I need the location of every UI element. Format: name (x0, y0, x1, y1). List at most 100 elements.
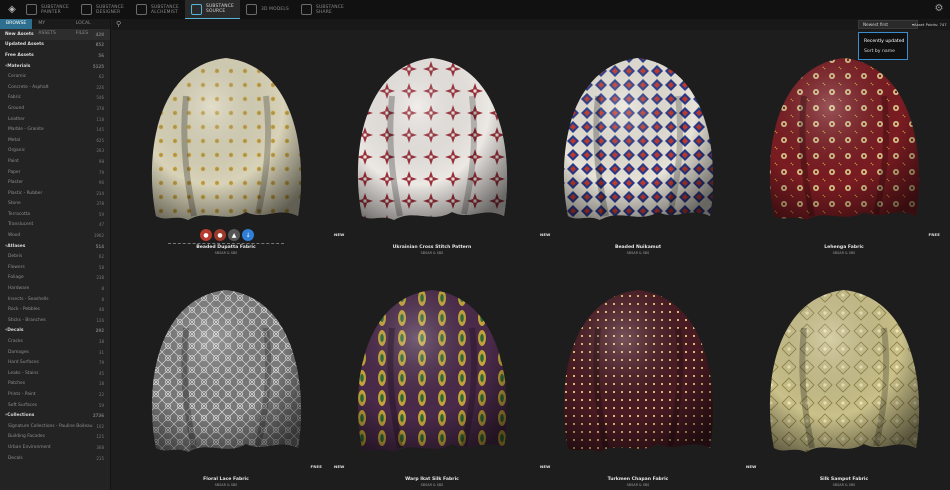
sidebar-item[interactable]: Debris 62 (0, 251, 110, 262)
sidebar-item[interactable]: Prints - Paint 22 (0, 389, 110, 400)
asset-card[interactable]: NEW Ukrainian Cross Stitch Pattern SBSAR &… (332, 36, 532, 258)
sidebar-item[interactable]: Hardware 8 (0, 283, 110, 294)
asset-thumbnail[interactable] (332, 36, 532, 236)
asset-name[interactable]: Silk Sampot Fabric (744, 477, 944, 482)
asset-name[interactable]: Beaded Nuikamut (538, 245, 738, 250)
sidebar-tab[interactable]: MY ASSETS (32, 19, 69, 36)
app-tab[interactable]: SUBSTANCE PAINTER (20, 0, 75, 19)
sidebar-item[interactable]: Patches 18 (0, 379, 110, 390)
search-icon[interactable]: ⚲ (116, 20, 125, 29)
search-input[interactable] (128, 20, 428, 29)
sidebar-item[interactable]: Updated Assets 852 (0, 40, 110, 51)
asset-card[interactable]: FREE Floral Lace Fabric SBSAR & SBS (126, 268, 326, 490)
asset-name[interactable]: Floral Lace Fabric (126, 477, 326, 482)
sidebar-item[interactable]: Terracotta 59 (0, 209, 110, 220)
gear-icon[interactable]: ⚙ (933, 3, 945, 15)
sidebar-item-count: 514 (95, 243, 104, 249)
app-tab[interactable]: SUBSTANCE DESIGNER (75, 0, 130, 19)
sidebar-item-count: 1962 (93, 233, 104, 239)
sidebar-item[interactable]: Free Assets 56 (0, 50, 110, 61)
sidebar-item[interactable]: Organic 263 (0, 146, 110, 157)
sidebar-item-label: Flowers (8, 264, 25, 270)
sidebar-item[interactable]: Decals 292 (0, 326, 110, 337)
texture-preview-button[interactable]: ▲ (228, 229, 240, 241)
asset-thumbnail[interactable] (538, 36, 738, 236)
sidebar-item[interactable]: Translucent 47 (0, 220, 110, 231)
sidebar-item-label: Decals (8, 455, 23, 461)
asset-name[interactable]: Ukrainian Cross Stitch Pattern (332, 245, 532, 250)
asset-thumbnail[interactable] (126, 268, 326, 468)
sidebar-item[interactable]: Hard Surfaces 79 (0, 357, 110, 368)
sidebar-item[interactable]: Metal 625 (0, 135, 110, 146)
app-icon (301, 4, 313, 15)
asset-format: SBSAR & SBS (832, 483, 856, 487)
app-tab[interactable]: SUBSTANCE SOURCE (185, 0, 240, 19)
sidebar-item[interactable]: Flowers 58 (0, 262, 110, 273)
asset-thumbnail[interactable] (744, 268, 944, 468)
sidebar-item[interactable]: Building Facades 125 (0, 432, 110, 443)
sidebar-item[interactable]: Marble - Granite 145 (0, 124, 110, 135)
sidebar-item[interactable]: Plastic - Rubber 234 (0, 188, 110, 199)
sidebar-item[interactable]: Concrete - Asphalt 226 (0, 82, 110, 93)
sidebar-item[interactable]: Ground 378 (0, 103, 110, 114)
asset-card[interactable]: NEW Beaded Nuikamut SBSAR & SBS (538, 36, 738, 258)
substance-logo-icon[interactable]: ◈ (4, 2, 20, 18)
sidebar-item[interactable]: Wood 1962 (0, 230, 110, 241)
sidebar-item[interactable]: Rock - Pebbles 48 (0, 304, 110, 315)
download-button[interactable]: ↓ (242, 229, 254, 241)
sidebar-item[interactable]: Ceramic 62 (0, 71, 110, 82)
app-tab-label: SUBSTANCE DESIGNER (96, 4, 124, 15)
material-preview-button[interactable]: ● (214, 229, 226, 241)
asset-badge: NEW (334, 464, 345, 469)
sidebar-item[interactable]: Foliage 238 (0, 273, 110, 284)
asset-thumbnail[interactable] (744, 36, 944, 236)
sidebar-item-count: 145 (96, 127, 104, 133)
asset-name[interactable]: Lehenga Fabric (744, 245, 944, 250)
sidebar-item[interactable]: Leather 118 (0, 114, 110, 125)
app-tab[interactable]: SUBSTANCE SHARE (295, 0, 350, 19)
sort-option-recently-updated[interactable]: Recently updated (859, 37, 907, 47)
asset-thumbnail[interactable] (538, 268, 738, 468)
sidebar-item[interactable]: Fabric 546 (0, 93, 110, 104)
sidebar-item-count: 58 (98, 264, 104, 270)
sidebar-item[interactable]: Sticks - Branches 126 (0, 315, 110, 326)
sidebar-item[interactable]: Decals 215 (0, 453, 110, 464)
sidebar-item[interactable]: Stone 378 (0, 199, 110, 210)
sidebar-tab[interactable]: BROWSE (0, 19, 33, 29)
sort-option-sort-by-name[interactable]: Sort by name (859, 47, 907, 57)
asset-card[interactable]: NEW Silk Sampot Fabric SBSAR & SBS (744, 268, 944, 490)
asset-card[interactable]: NEW Warp Ikat Silk Fabric SBSAR & SBS (332, 268, 532, 490)
sidebar-item[interactable]: Materials 5125 (0, 61, 110, 72)
asset-thumbnail[interactable] (332, 268, 532, 468)
sidebar-item-count: 47 (98, 222, 104, 228)
sidebar-tab[interactable]: LOCAL FILES (70, 19, 110, 36)
sidebar-item[interactable]: Insects - Seashells 8 (0, 294, 110, 305)
asset-name[interactable]: Warp Ikat Silk Fabric (332, 477, 532, 482)
asset-card[interactable]: ● ● ▲ ↓ Beaded Dupatta Fabric SBSAR & SBS (126, 36, 326, 258)
asset-name[interactable]: Beaded Dupatta Fabric (126, 245, 326, 250)
sidebar-item-count: 428 (95, 31, 104, 37)
sidebar-item-count: 126 (96, 317, 104, 323)
sidebar-item[interactable]: Cracks 38 (0, 336, 110, 347)
asset-card[interactable]: FREE Lehenga Fabric SBSAR & SBS (744, 36, 944, 258)
asset-thumbnail[interactable] (126, 36, 326, 236)
sidebar-item[interactable]: Urban Environment 368 (0, 442, 110, 453)
asset-card[interactable]: NEW Turkmen Chapan Fabric SBSAR & SBS (538, 268, 738, 490)
sidebar-item[interactable]: Soft Surfaces 59 (0, 400, 110, 411)
sidebar-item[interactable]: Paint 98 (0, 156, 110, 167)
app-tab[interactable]: 3D MODELS (240, 0, 295, 19)
asset-points: Asset Points: 747 (914, 22, 947, 27)
sidebar-item[interactable]: Signature Collections - Pauline Boileau 1… (0, 421, 110, 432)
sidebar-item[interactable]: Damages 31 (0, 347, 110, 358)
sidebar-item[interactable]: Leaks - Stains 45 (0, 368, 110, 379)
sidebar-item[interactable]: Plaster 96 (0, 177, 110, 188)
asset-format: SBSAR & SBS (214, 483, 238, 487)
sidebar-item[interactable]: Atlases 514 (0, 241, 110, 252)
asset-name[interactable]: Turkmen Chapan Fabric (538, 477, 738, 482)
sidebar-item[interactable]: Collections 2736 (0, 410, 110, 421)
sidebar-item[interactable]: Paper 79 (0, 167, 110, 178)
sort-select[interactable]: Newest first ▾ (858, 20, 918, 29)
material-preview-button[interactable]: ● (200, 229, 212, 241)
app-tab-label: SUBSTANCE SOURCE (206, 4, 234, 14)
app-tab[interactable]: SUBSTANCE ALCHEMIST (130, 0, 185, 19)
